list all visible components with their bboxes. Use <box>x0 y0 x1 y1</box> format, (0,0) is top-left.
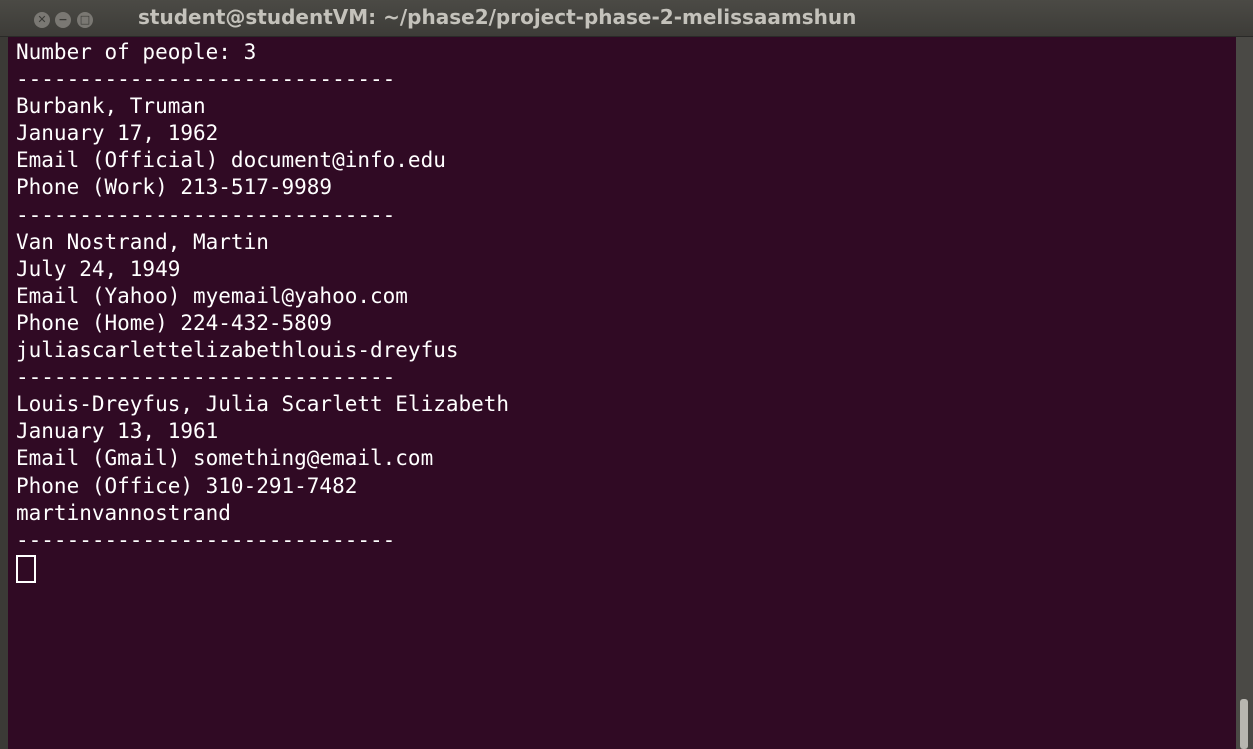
terminal-line: July 24, 1949 <box>16 256 181 281</box>
terminal-line: Phone (Home) 224-432-5809 <box>16 310 333 335</box>
terminal-output[interactable]: Number of people: 3 --------------------… <box>8 37 1236 749</box>
terminal-line: January 13, 1961 <box>16 419 219 444</box>
terminal-line: Van Nostrand, Martin <box>16 229 269 254</box>
terminal-line: ------------------------------ <box>16 365 396 390</box>
close-icon[interactable]: ✕ <box>34 12 50 28</box>
terminal-line: Louis-Dreyfus, Julia Scarlett Elizabeth <box>16 392 510 417</box>
text-cursor <box>16 554 36 583</box>
terminal-window: ✕ − □ student@studentVM: ~/phase2/projec… <box>0 0 1253 749</box>
terminal-line: January 17, 1962 <box>16 121 219 146</box>
terminal-line: Phone (Office) 310-291-7482 <box>16 473 358 498</box>
terminal-line: ------------------------------ <box>16 527 396 552</box>
window-title: student@studentVM: ~/phase2/project-phas… <box>138 5 857 29</box>
minimize-icon[interactable]: − <box>55 12 71 28</box>
terminal-line: Email (Gmail) something@email.com <box>16 446 434 471</box>
terminal-line: Email (Official) document@info.edu <box>16 148 446 173</box>
terminal-line: martinvannostrand <box>16 500 231 525</box>
terminal-line: Email (Yahoo) myemail@yahoo.com <box>16 283 408 308</box>
terminal-line: juliascarlettelizabethlouis-dreyfus <box>16 338 459 363</box>
maximize-icon[interactable]: □ <box>77 12 93 28</box>
terminal-line: ------------------------------ <box>16 67 396 92</box>
vertical-scrollbar[interactable] <box>1236 37 1253 749</box>
scrollbar-thumb[interactable] <box>1240 699 1248 749</box>
terminal-line: Number of people: 3 <box>16 40 257 64</box>
prompt-line[interactable] <box>16 554 1236 583</box>
title-bar[interactable]: ✕ − □ student@studentVM: ~/phase2/projec… <box>0 0 1253 37</box>
window-left-border <box>0 37 8 749</box>
terminal-line: Phone (Work) 213-517-9989 <box>16 175 333 200</box>
terminal-line: ------------------------------ <box>16 202 396 227</box>
terminal-line: Burbank, Truman <box>16 94 206 119</box>
